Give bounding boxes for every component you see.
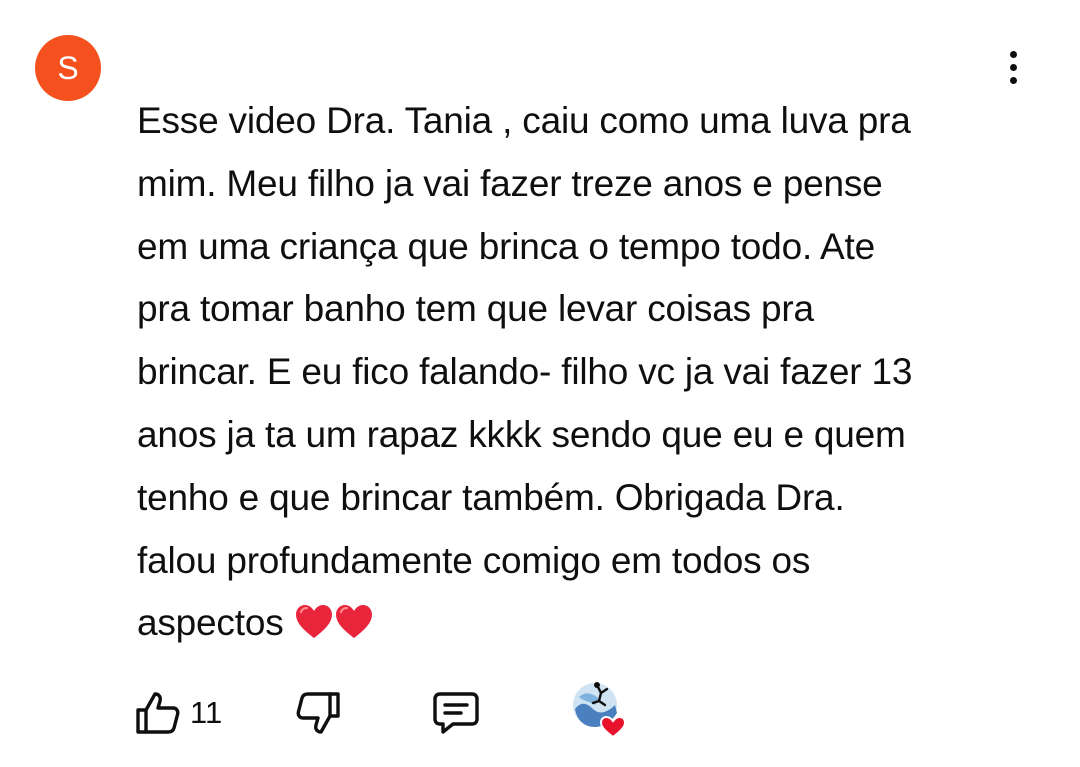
reply-button[interactable]	[431, 685, 481, 741]
more-vertical-icon	[1009, 50, 1017, 58]
comment-line: brincar. E eu fico falando- filho vc ja …	[137, 351, 913, 393]
comment-line: pra tomar banho tem que levar coisas pra	[137, 288, 814, 330]
author-initial: S	[57, 49, 79, 86]
comment-actions-bar: 11	[0, 682, 1080, 745]
more-vertical-icon-dot	[1009, 63, 1017, 71]
comment-line: Esse video Dra. Tania , caiu como uma lu…	[137, 100, 911, 141]
comment-line: em uma criança que brinca o tempo todo. …	[137, 225, 875, 267]
creator-heart-icon	[573, 682, 627, 739]
more-options-button[interactable]	[992, 44, 1034, 90]
comment-line-last: aspectos	[137, 592, 1017, 655]
red-heart-emoji-icon	[335, 605, 372, 639]
thumbs-down-icon	[296, 692, 340, 734]
comment-line: mim. Meu filho ja vai fazer treze anos e…	[137, 162, 883, 204]
thumbs-up-icon	[136, 692, 180, 734]
like-button[interactable]: 11	[134, 685, 222, 741]
comment-line: tenho e que brincar também. Obrigada Dra…	[137, 476, 845, 518]
more-vertical-icon-dot	[1009, 76, 1017, 84]
red-heart-emoji-icon	[295, 605, 332, 639]
comment-text: Esse video Dra. Tania , caiu como uma lu…	[137, 90, 1017, 655]
comment-line: aspectos	[137, 602, 284, 644]
reply-comment-icon	[433, 692, 479, 734]
like-count: 11	[190, 695, 223, 730]
author-avatar[interactable]: S	[35, 35, 101, 101]
comment-line: falou profundamente comigo em todos os	[137, 539, 811, 581]
dislike-button[interactable]	[294, 685, 342, 741]
comment-line: anos ja ta um rapaz kkkk sendo que eu e …	[137, 413, 906, 455]
creator-heart-badge	[571, 681, 631, 739]
